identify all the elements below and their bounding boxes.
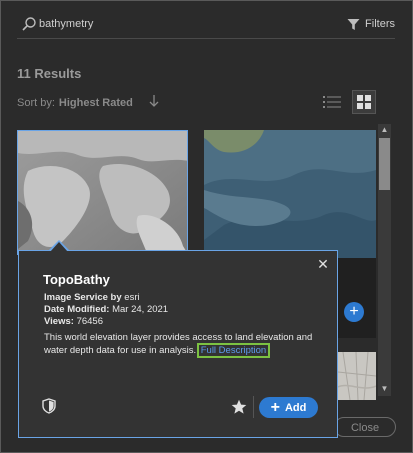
item-owner: esri xyxy=(124,292,140,303)
close-button[interactable]: Close xyxy=(334,417,396,437)
close-icon[interactable]: ✕ xyxy=(316,257,330,271)
item-type-label: Image Service by xyxy=(44,292,122,303)
result-card-footer xyxy=(338,258,376,338)
views-label: Views: xyxy=(44,316,74,327)
map-thumbnail xyxy=(338,352,376,400)
add-layer-button-small[interactable]: + xyxy=(344,302,364,322)
result-card-thumbnail-ocean[interactable] xyxy=(204,130,376,258)
modified-row: Date Modified: Mar 24, 2021 xyxy=(44,304,168,315)
star-icon[interactable] xyxy=(231,399,247,415)
scrollbar-thumb[interactable] xyxy=(379,138,390,190)
views-value: 76456 xyxy=(76,316,103,327)
full-description-link[interactable]: Full Description xyxy=(196,343,271,358)
description-text: This world elevation layer provides acce… xyxy=(44,332,313,356)
search-icon xyxy=(22,17,36,31)
action-divider xyxy=(253,396,254,418)
views-row: Views: 76456 xyxy=(44,316,103,327)
filters-label: Filters xyxy=(365,18,395,30)
add-label: Add xyxy=(284,401,307,414)
shield-icon xyxy=(42,398,56,414)
result-card-thumbnail-map[interactable] xyxy=(338,352,376,400)
list-view-icon[interactable] xyxy=(322,92,342,112)
popup-pointer-inner xyxy=(50,242,68,252)
modified-value: Mar 24, 2021 xyxy=(112,304,169,315)
search-input[interactable] xyxy=(39,15,239,33)
result-card-thumbnail-topobathy[interactable] xyxy=(17,130,188,255)
add-button[interactable]: + Add xyxy=(259,397,318,418)
sort-value[interactable]: Highest Rated xyxy=(59,97,133,109)
search-bar: Filters xyxy=(17,12,395,39)
modified-label: Date Modified: xyxy=(44,304,110,315)
item-type-row: Image Service by esri xyxy=(44,292,140,303)
plus-icon: + xyxy=(270,398,280,416)
sort-arrow-icon[interactable] xyxy=(149,95,159,110)
sort-label: Sort by: xyxy=(17,96,55,109)
grid-view-icon[interactable] xyxy=(352,90,376,114)
filter-icon xyxy=(347,18,360,30)
popup-title: TopoBathy xyxy=(43,272,110,287)
scroll-down-icon[interactable]: ▼ xyxy=(378,383,391,395)
sort-control[interactable]: Sort by: Highest Rated xyxy=(17,95,159,110)
item-description: This world elevation layer provides acce… xyxy=(44,331,314,358)
ocean-thumbnail xyxy=(204,130,376,258)
results-count: 11 Results xyxy=(17,66,82,81)
scroll-up-icon[interactable]: ▲ xyxy=(378,124,391,136)
topobathy-thumbnail xyxy=(18,131,187,254)
filters-button[interactable]: Filters xyxy=(347,14,395,34)
